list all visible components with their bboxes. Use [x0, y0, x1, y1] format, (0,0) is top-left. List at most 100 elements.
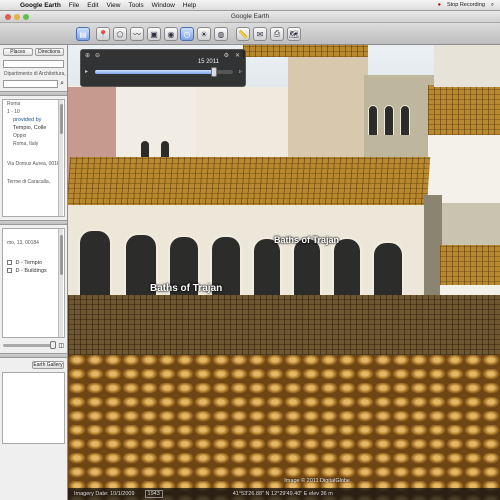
window-arch — [400, 105, 410, 135]
tower-roof — [243, 45, 368, 57]
place-label-tempio: D - Tempio — [15, 260, 43, 266]
record-icon[interactable]: ● — [438, 2, 441, 8]
place-item-buildings[interactable]: D - Buildings — [3, 267, 64, 275]
time-track[interactable] — [95, 67, 233, 77]
search-context-line: Dipartimento di Architettura, 00184 — [4, 71, 67, 77]
checkbox-icon[interactable] — [7, 268, 12, 273]
image-overlay-button[interactable]: ▣ — [147, 27, 161, 41]
result-item[interactable]: Tempio, Colle — [3, 124, 64, 132]
play-icon[interactable]: ▸ — [85, 68, 88, 75]
coordinates-readout: 41°53'26.88" N 12°29'49.40" E elev 36 m — [232, 491, 333, 497]
results-count: 1 - 10 — [7, 109, 20, 115]
settings-icon[interactable]: ⚙ — [224, 52, 229, 59]
email-button[interactable]: ✉ — [253, 27, 267, 41]
menu-app-name[interactable]: Google Earth — [20, 2, 61, 9]
ruler-button[interactable]: 📏 — [236, 27, 250, 41]
map-icon: 🗺 — [288, 29, 300, 39]
sidebar-divider — [0, 91, 67, 96]
roof-right-mid — [440, 245, 500, 287]
menu-extras: ● Stop Recording ⌕ — [438, 2, 500, 9]
envelope-icon: ✉ — [256, 29, 264, 39]
polygon-button[interactable]: ⬠ — [113, 27, 127, 41]
sidebar: Places Directions Dipartimento di Archit… — [0, 45, 68, 500]
menu-help[interactable]: Help — [183, 2, 196, 9]
view-in-maps-button[interactable]: 🗺 — [287, 27, 301, 41]
step-forward-icon[interactable]: ▹ — [239, 68, 242, 75]
layers-list — [2, 372, 65, 444]
opacity-row: ◫ — [3, 341, 64, 349]
menu-tools[interactable]: Tools — [128, 2, 143, 9]
places-scroll-thumb[interactable] — [60, 235, 63, 275]
place-label-buildings: D - Buildings — [15, 268, 47, 274]
opacity-slider[interactable] — [3, 341, 57, 349]
slider-date: 15 2011 — [197, 59, 219, 65]
result-detail: Oppio — [13, 133, 27, 139]
planets-button[interactable]: ◍ — [214, 27, 228, 41]
checkbox-icon[interactable] — [7, 260, 12, 265]
place-label-baths-top[interactable]: Baths of Trajan — [274, 235, 339, 245]
place-label-baths-main[interactable]: Baths of Trajan — [150, 283, 222, 294]
places-list: mo, 13, 00184 D - Tempio D - Buildings — [2, 228, 65, 338]
sidebar-divider-2 — [0, 220, 67, 225]
roof-right-top — [428, 85, 500, 135]
building-far-right — [434, 45, 500, 87]
search-controls: ⌕ — [3, 80, 64, 88]
search-input[interactable] — [3, 60, 64, 68]
opacity-slider-knob[interactable] — [50, 341, 57, 349]
planet-icon: ◍ — [217, 29, 225, 39]
tower — [288, 45, 368, 175]
results-scroll-thumb[interactable] — [60, 104, 63, 134]
window-arch — [368, 105, 378, 135]
earth-gallery-button[interactable]: Earth Gallery — [32, 361, 64, 369]
zoom-out-time-icon[interactable]: ⊖ — [95, 52, 100, 59]
polygon-icon: ⬠ — [116, 29, 124, 39]
menu-edit[interactable]: Edit — [87, 2, 98, 9]
results-scrollbar[interactable] — [58, 100, 63, 216]
time-track-fill — [95, 70, 214, 74]
pushpin-icon: 📍 — [98, 29, 108, 39]
earth-3d-view[interactable]: Baths of Trajan Baths of Trajan ⊕ ⊖ ⚙ ✕ … — [68, 45, 500, 500]
sidebar-toggle-button[interactable]: ▤ — [76, 27, 90, 41]
tab-places[interactable]: Places — [3, 48, 33, 56]
close-icon[interactable]: ✕ — [235, 52, 240, 59]
camera-icon: ◉ — [167, 29, 175, 39]
search-box[interactable] — [3, 80, 59, 88]
printer-icon: ⎙ — [273, 29, 281, 38]
status-bar: Imagery Date: 10/1/2009 1943 41°53'26.88… — [68, 488, 500, 500]
result-provided-by[interactable]: provided by — [3, 116, 64, 124]
result-address-2: Via Domus Aurea, 00184 — [7, 161, 63, 167]
menu-file[interactable]: File — [69, 2, 79, 9]
places-scrollbar[interactable] — [58, 229, 63, 337]
clock-icon: ◷ — [183, 29, 191, 39]
result-address: Roma, Italy — [13, 141, 39, 147]
arcade-arch — [78, 229, 112, 305]
stop-recording-label[interactable]: Stop Recording — [447, 2, 485, 8]
tab-directions[interactable]: Directions — [34, 48, 64, 56]
imagery-year[interactable]: 1943 — [144, 490, 163, 498]
toolbar: ▤ 📍 ⬠ 〰 ▣ ◉ ◷ ☀ ◍ 📏 ✉ ⎙ 🗺 — [0, 23, 500, 45]
window-title: Google Earth — [230, 13, 270, 20]
print-button[interactable]: ⎙ — [270, 27, 284, 41]
historical-imagery-button[interactable]: ◷ — [180, 27, 194, 41]
time-slider-knob[interactable] — [210, 67, 217, 77]
place-item-tempio[interactable]: D - Tempio — [3, 259, 64, 267]
search-icon[interactable]: ⌕ — [491, 2, 494, 9]
sidebar-divider-3 — [0, 353, 67, 358]
path-button[interactable]: 〰 — [130, 27, 144, 41]
sun-button[interactable]: ☀ — [197, 27, 211, 41]
layers-header: Earth Gallery — [0, 361, 67, 369]
menu-bar: Google Earth File Edit View Tools Window… — [0, 0, 500, 11]
menu-view[interactable]: View — [107, 2, 121, 9]
places-line-1: mo, 13, 00184 — [7, 240, 39, 246]
placemark-button[interactable]: 📍 — [96, 27, 110, 41]
record-tour-button[interactable]: ◉ — [164, 27, 178, 41]
menu-window[interactable]: Window — [152, 2, 175, 9]
result-title: Tempio, Colle — [13, 125, 47, 131]
search-icon[interactable]: ⌕ — [60, 80, 64, 88]
zoom-in-time-icon[interactable]: ⊕ — [85, 52, 90, 59]
result-address-3: Terme di Caracalla, — [7, 179, 51, 185]
sidebar-tabs: Places Directions — [0, 45, 67, 58]
window-title-bar: Google Earth — [0, 11, 500, 23]
search-results-list: Roma 1 - 10 provided by Tempio, Colle Op… — [2, 99, 65, 217]
opacity-icon[interactable]: ◫ — [58, 342, 64, 349]
